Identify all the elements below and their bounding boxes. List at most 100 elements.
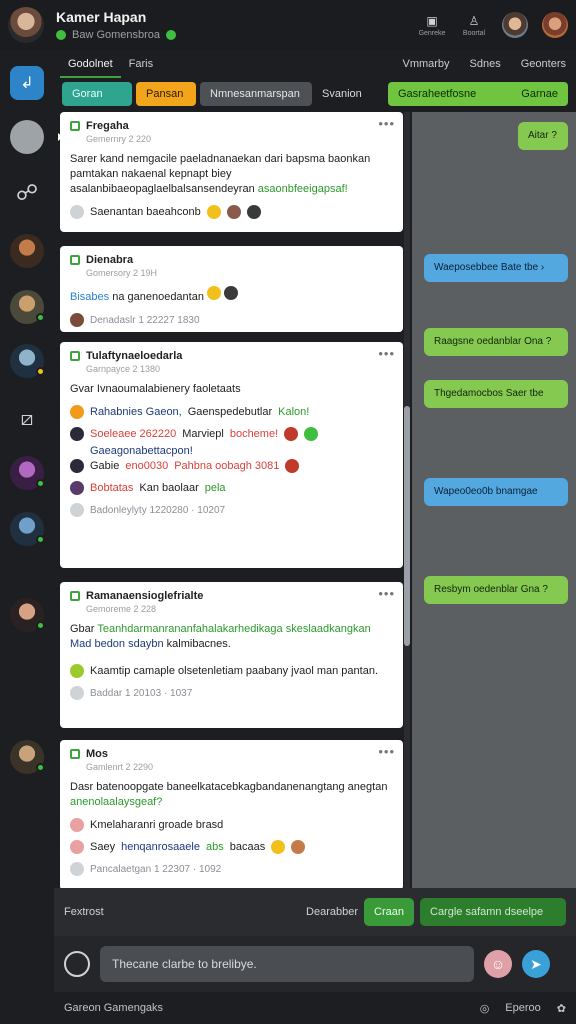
rail-contact-8[interactable]	[10, 740, 45, 774]
mini-avatar	[224, 286, 239, 300]
chat-bubble[interactable]: Wapeo0eo0b bnamgae	[424, 478, 568, 506]
bottom-left-label[interactable]: Fextrost	[64, 906, 104, 918]
chat-bubble[interactable]: Thgedamocbos Saer tbe	[424, 380, 568, 408]
thread-text: Kan baolaar	[139, 482, 199, 494]
chat-bubble[interactable]: Raagsne oedanblar Ona ?	[424, 328, 568, 356]
feed-scroll-thumb[interactable]	[404, 406, 410, 646]
folder-icon: ▣	[426, 13, 438, 28]
tab-faris[interactable]: Faris	[121, 50, 161, 78]
card-footer: Pancalaetgan 1 22307 · 1092	[70, 862, 393, 876]
user-icon: ♙	[468, 13, 480, 28]
rail-contact-6[interactable]	[10, 512, 45, 546]
contact-avatar-1[interactable]	[502, 12, 528, 38]
filter-chip-grey[interactable]: Nmnesanmarspan	[200, 82, 312, 106]
card-header: Dienabra	[70, 254, 393, 266]
card-meta: Badonleylyty 1220280 · 10207	[90, 504, 226, 516]
message-card[interactable]: ••• Tulaftynaeloedarla Garnpayce 2 1380 …	[60, 342, 403, 568]
thread-text: Bobtatas	[90, 482, 134, 494]
card-body: Dasr batenoopgate baneelkatacebkagbandan…	[70, 780, 393, 810]
reaction-icon	[70, 862, 84, 876]
header-actions: ▣ Genreke ♙ Boortal	[418, 12, 568, 38]
folder-button[interactable]: ▣ Genreke	[418, 14, 446, 37]
card-link[interactable]: Bisabes	[70, 291, 109, 303]
settings-icon[interactable]: ◎	[480, 1002, 490, 1015]
card-time: Gomersory 2 19H	[86, 268, 158, 278]
card-mention: Kaamtip camaple olsetenletiam paabany jv…	[70, 664, 393, 678]
footer-right-label[interactable]: Eperoo	[505, 1002, 540, 1014]
thread-line: Soeleaee 262220 Marviepl bocheme!	[70, 427, 393, 441]
link-icon[interactable]: ☍	[10, 176, 44, 210]
profile-avatar[interactable]	[8, 7, 44, 43]
card-title: Dienabra	[86, 254, 134, 266]
message-card[interactable]: ••• Fregaha Gemernry 2 220 Sarer kand ne…	[60, 112, 403, 232]
more-options-icon[interactable]: •••	[378, 744, 395, 759]
compose-icon[interactable]: ⧄	[10, 402, 44, 436]
card-link[interactable]: asaonbfeeigapsaf!	[258, 183, 348, 195]
card-text: Dasr batenoopgate baneelkatacebkagbandan…	[70, 781, 388, 793]
card-title: Mos	[86, 748, 108, 760]
card-meta: Pancalaetgan 1 22307 · 1092	[90, 863, 222, 875]
tab-sdnes[interactable]: Sdnes	[470, 58, 501, 70]
go-button[interactable]: Craan	[364, 898, 414, 926]
attach-icon[interactable]: ☺	[484, 950, 512, 978]
thread-text: eno0030	[125, 460, 169, 472]
filter-chip-orange[interactable]: Pansan	[136, 82, 196, 106]
mini-avatar	[284, 427, 299, 441]
card-footer: Denadaslr 1 22227 1830	[70, 313, 393, 327]
rail-contact-7[interactable]	[10, 598, 45, 632]
bottom-action-bar: Fextrost Dearabber Craan Cargle safamn d…	[54, 888, 576, 936]
emoji-picker-icon[interactable]	[64, 951, 90, 977]
rail-contact-3[interactable]	[10, 290, 45, 324]
mention-text: Kaamtip camaple olsetenletiam paabany jv…	[90, 665, 379, 677]
emoji-icon	[271, 840, 286, 854]
thread-line: Saey henqanrosaaele abs bacaas	[70, 840, 393, 854]
card-body: Sarer kand nemgacile paeladnanaekan dari…	[70, 152, 393, 197]
message-card[interactable]: ••• Ramanaensioglefrialte Gemoreme 2 228…	[60, 582, 403, 728]
message-input[interactable]: Thecane clarbe to brelibye.	[100, 946, 474, 982]
card-link[interactable]: anenolaalaysgeaf?	[70, 796, 162, 808]
filter-button[interactable]: Cargle safamn dseelpe	[420, 898, 566, 926]
card-header: Mos	[70, 748, 393, 760]
gear-icon[interactable]: ✿	[557, 1002, 566, 1015]
filter-chip-green[interactable]: Gasraheetfosne Garnae	[388, 82, 568, 106]
filter-chip-plain[interactable]: Svanion	[316, 82, 368, 106]
message-card[interactable]: Dienabra Gomersory 2 19H Bisabes na gane…	[60, 246, 403, 332]
message-card[interactable]: ••• Mos Gamlenrt 2 2290 Dasr batenoopgat…	[60, 740, 403, 888]
rail-contact-5[interactable]	[10, 456, 45, 490]
rail-contact-1[interactable]	[10, 120, 63, 154]
tab-vmmarby[interactable]: Vmmarby	[402, 58, 449, 70]
channel-icon	[70, 255, 80, 265]
user-button[interactable]: ♙ Boortal	[460, 14, 488, 37]
online-dot-icon	[36, 535, 45, 544]
channel-icon	[70, 749, 80, 759]
online-dot-icon	[36, 313, 45, 322]
mini-avatar	[70, 840, 84, 854]
rail-contact-2[interactable]	[10, 234, 44, 268]
tab-geonters[interactable]: Geonters	[521, 58, 566, 70]
more-options-icon[interactable]: •••	[378, 346, 395, 361]
contact-avatar-2[interactable]	[542, 12, 568, 38]
emoji-icon	[304, 427, 319, 441]
more-options-icon[interactable]: •••	[378, 586, 395, 601]
card-text: Gbar	[70, 623, 95, 635]
rail-contact-4[interactable]	[10, 344, 45, 378]
bottom-middle-label[interactable]: Dearabber	[306, 906, 358, 918]
feed-scrollbar[interactable]	[404, 112, 410, 888]
side-thread-pane: Aitar ? Waeposebbee Bate tbe › Raagsne o…	[412, 112, 576, 888]
chat-bubble[interactable]: Aitar ?	[518, 122, 568, 150]
message-composer: Thecane clarbe to brelibye. ☺ ➤	[54, 936, 576, 992]
chat-bubble[interactable]: Waeposebbee Bate tbe ›	[424, 254, 568, 282]
tab-godolnet[interactable]: Godolnet	[60, 50, 121, 78]
thread-text: bocheme!	[229, 428, 279, 440]
chat-bubble[interactable]: Resbym oedenblar Gna ?	[424, 576, 568, 604]
more-options-icon[interactable]: •••	[378, 116, 395, 131]
filter-chip-teal[interactable]: Goran	[62, 82, 132, 106]
reaction-icon	[70, 686, 84, 700]
send-icon[interactable]: ➤	[522, 950, 550, 978]
emoji-icon	[206, 205, 221, 219]
away-dot-icon	[36, 367, 45, 376]
header-titles: Kamer Hapan Baw Gomensbroa	[56, 9, 177, 41]
app-home-button[interactable]: ↲	[10, 66, 44, 100]
thread-text: Kmelaharanri groade brasd	[90, 819, 224, 831]
thread-text: Gabie	[90, 460, 120, 472]
